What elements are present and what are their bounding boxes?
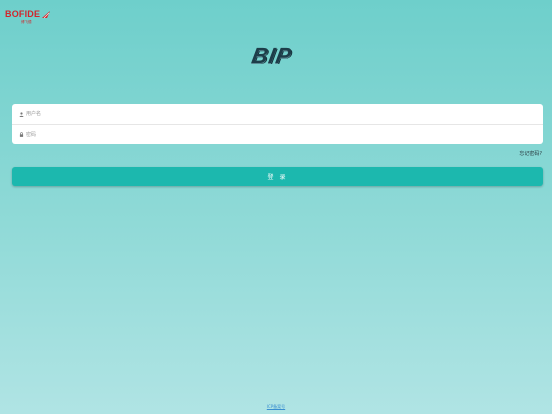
password-input[interactable] — [25, 127, 526, 142]
username-input[interactable] — [25, 107, 526, 121]
lock-icon — [17, 132, 25, 137]
forgot-password-link[interactable]: 忘记密码? — [519, 150, 542, 157]
brand-name: BOFIDE — [5, 9, 41, 19]
username-field — [12, 104, 543, 124]
brand-logo: BOFIDE 博飞德 — [5, 10, 51, 24]
footer-link[interactable]: ICP备案号 — [0, 404, 552, 410]
brand-subtitle: 博飞德 — [21, 20, 32, 24]
brand-logo-row: BOFIDE — [5, 10, 51, 19]
hero-logo: BIP — [249, 43, 294, 68]
login-button[interactable]: 登 录 — [12, 167, 543, 186]
brand-swoosh-icon — [42, 11, 51, 19]
user-icon — [17, 111, 25, 117]
login-form — [12, 104, 543, 144]
password-field — [12, 124, 543, 144]
